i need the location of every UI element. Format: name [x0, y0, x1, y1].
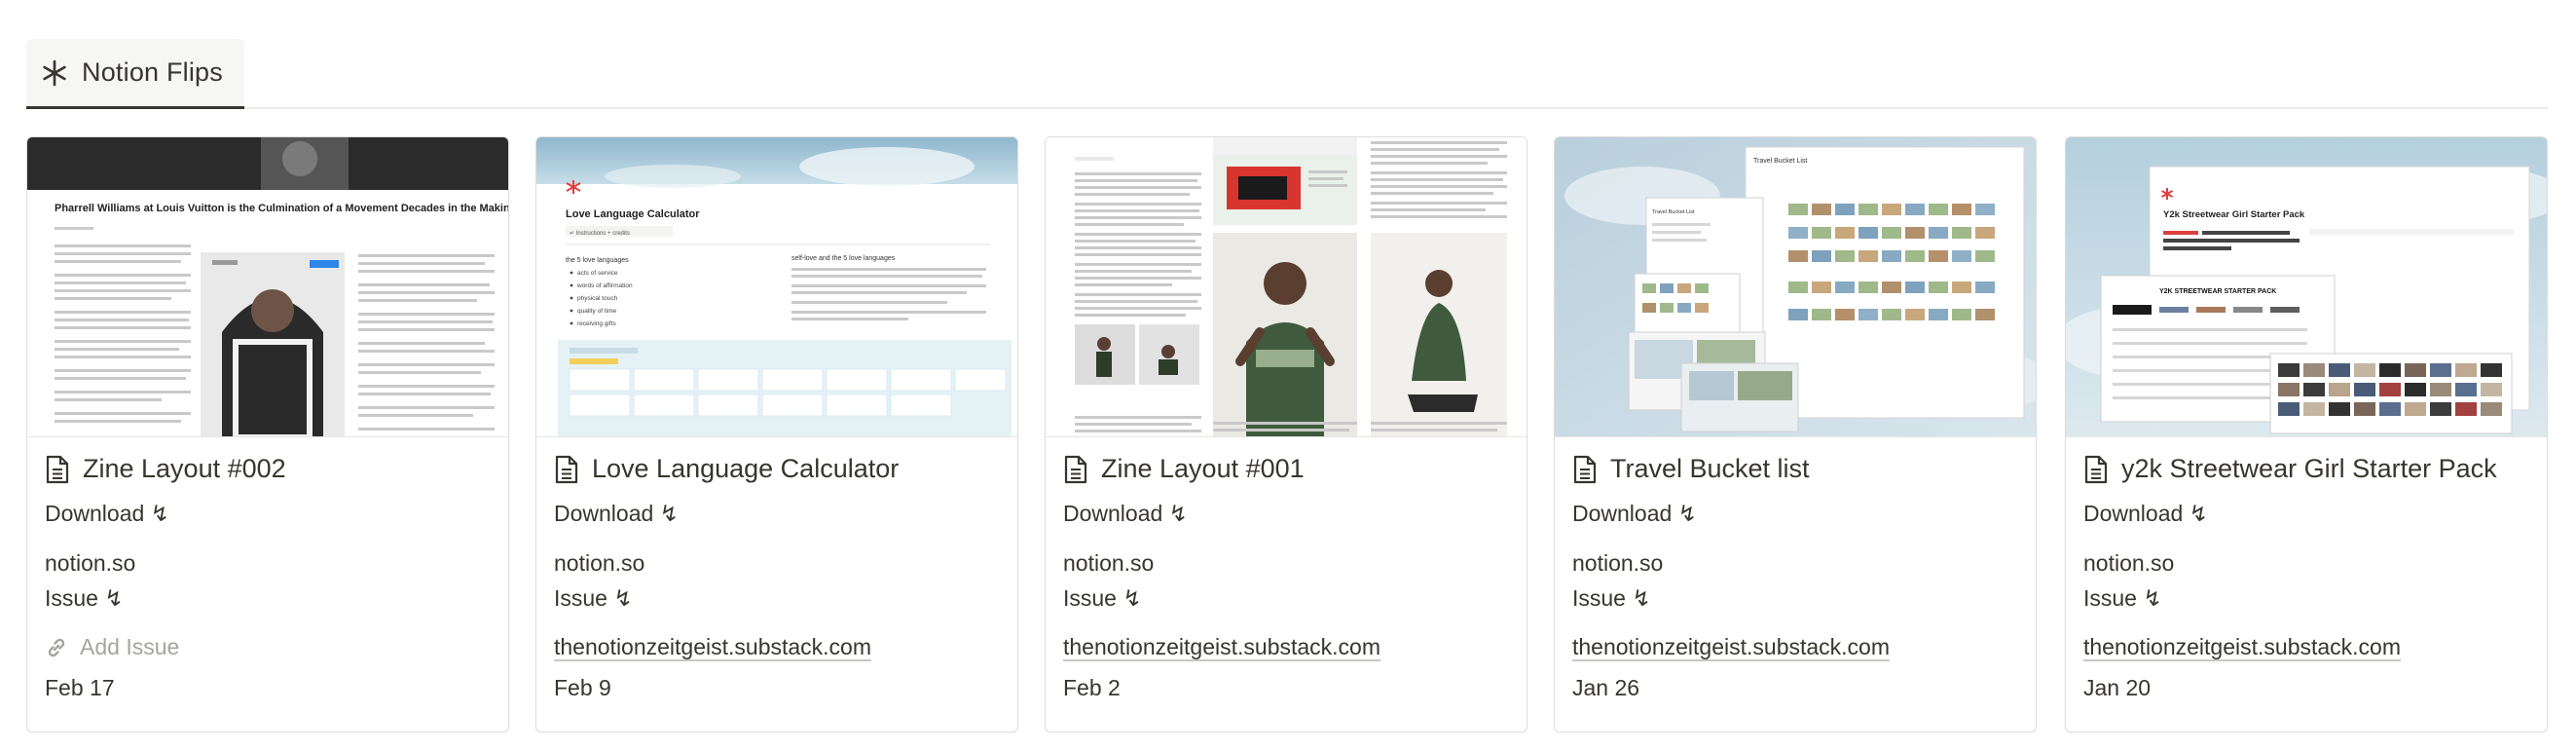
tab-label: Notion Flips	[82, 57, 223, 87]
download-link[interactable]: Download ↯	[1572, 501, 1697, 527]
svg-text:the 5 love languages: the 5 love languages	[566, 257, 629, 264]
svg-text:receiving gifts: receiving gifts	[577, 320, 616, 327]
card-cover-image: Travel Bucket List Travel Bucket List	[1555, 137, 2036, 437]
asterisk-icon	[43, 59, 66, 86]
page-icon	[1064, 455, 1087, 483]
svg-text:quality of time: quality of time	[577, 308, 616, 315]
download-link[interactable]: Download ↯	[1063, 501, 1188, 527]
date-text: Jan 20	[2083, 675, 2152, 700]
svg-text:words of affirmation: words of affirmation	[576, 282, 633, 289]
domain-text: notion.so	[554, 550, 645, 576]
page-icon	[1573, 455, 1597, 483]
svg-text:Y2K STREETWEAR STARTER PACK: Y2K STREETWEAR STARTER PACK	[2159, 288, 2276, 295]
domain-text: notion.so	[1063, 550, 1155, 576]
card-title: Travel Bucket list	[1610, 454, 1810, 483]
card-title: y2k Streetwear Girl Starter Pack	[2121, 454, 2497, 483]
tab-notion-flips[interactable]: Notion Flips	[26, 39, 244, 109]
domain-text: notion.so	[2083, 550, 2175, 576]
source-link[interactable]: thenotionzeitgeist.substack.com	[2083, 634, 2401, 660]
card-title: Zine Layout #001	[1101, 454, 1305, 483]
svg-text:self-love and the 5 love langu: self-love and the 5 love languages	[791, 255, 896, 262]
svg-text:Y2k Streetwear Girl Starter Pa: Y2k Streetwear Girl Starter Pack	[2163, 209, 2305, 220]
card-cover-image	[1046, 137, 1527, 437]
gallery-grid: Pharrell Williams at Louis Vuitton is th…	[26, 136, 2548, 732]
card-cover-image: Y2k Streetwear Girl Starter Pack Y2K STR…	[2066, 137, 2547, 437]
source-link[interactable]: thenotionzeitgeist.substack.com	[1572, 634, 1890, 660]
card-cover-image: Love Language Calculator ↵ Instructions …	[536, 137, 1017, 437]
card-title: Zine Layout #002	[83, 454, 286, 483]
download-link[interactable]: Download ↯	[2083, 501, 2208, 527]
gallery-card[interactable]: Love Language Calculator ↵ Instructions …	[535, 136, 1018, 732]
add-issue-label: Add Issue	[80, 634, 180, 659]
gallery-card[interactable]: Y2k Streetwear Girl Starter Pack Y2K STR…	[2065, 136, 2548, 732]
source-link[interactable]: thenotionzeitgeist.substack.com	[1063, 634, 1380, 660]
link-icon	[48, 638, 65, 656]
page-icon	[46, 455, 69, 483]
date-text: Feb 17	[45, 675, 115, 700]
card-title: Love Language Calculator	[592, 454, 900, 483]
svg-text:Travel Bucket List: Travel Bucket List	[1652, 209, 1695, 215]
download-link[interactable]: Download ↯	[45, 501, 169, 527]
svg-text:↵ Instructions + credits: ↵ Instructions + credits	[570, 231, 630, 237]
view-tab-bar: Notion Flips	[26, 39, 2548, 109]
card-cover-image: Pharrell Williams at Louis Vuitton is th…	[27, 137, 508, 437]
date-text: Feb 9	[554, 675, 611, 700]
page-icon	[2084, 455, 2108, 483]
download-link[interactable]: Download ↯	[554, 501, 679, 527]
issue-link[interactable]: Issue ↯	[2083, 585, 2162, 612]
svg-text:Travel Bucket List: Travel Bucket List	[1753, 158, 1807, 165]
svg-text:Love Language Calculator: Love Language Calculator	[566, 208, 700, 220]
gallery-card[interactable]: Pharrell Williams at Louis Vuitton is th…	[26, 136, 509, 732]
domain-text: notion.so	[1572, 550, 1664, 576]
issue-link[interactable]: Issue ↯	[1572, 585, 1651, 612]
gallery-card[interactable]: Zine Layout #001 Download ↯ notion.so Is…	[1045, 136, 1527, 732]
svg-text:Pharrell Williams at Louis Vui: Pharrell Williams at Louis Vuitton is th…	[55, 203, 508, 214]
date-text: Jan 26	[1572, 675, 1640, 700]
domain-text: notion.so	[45, 550, 136, 576]
date-text: Feb 2	[1063, 675, 1121, 700]
page-icon	[555, 455, 578, 483]
add-issue-property[interactable]: Add Issue	[45, 634, 179, 660]
svg-text:acts of service: acts of service	[577, 270, 618, 277]
issue-link[interactable]: Issue ↯	[554, 585, 633, 612]
svg-text:physical touch: physical touch	[577, 295, 618, 302]
issue-link[interactable]: Issue ↯	[1063, 585, 1142, 612]
source-link[interactable]: thenotionzeitgeist.substack.com	[554, 634, 871, 660]
issue-link[interactable]: Issue ↯	[45, 585, 124, 612]
gallery-card[interactable]: Travel Bucket List Travel Bucket List Tr…	[1554, 136, 2037, 732]
